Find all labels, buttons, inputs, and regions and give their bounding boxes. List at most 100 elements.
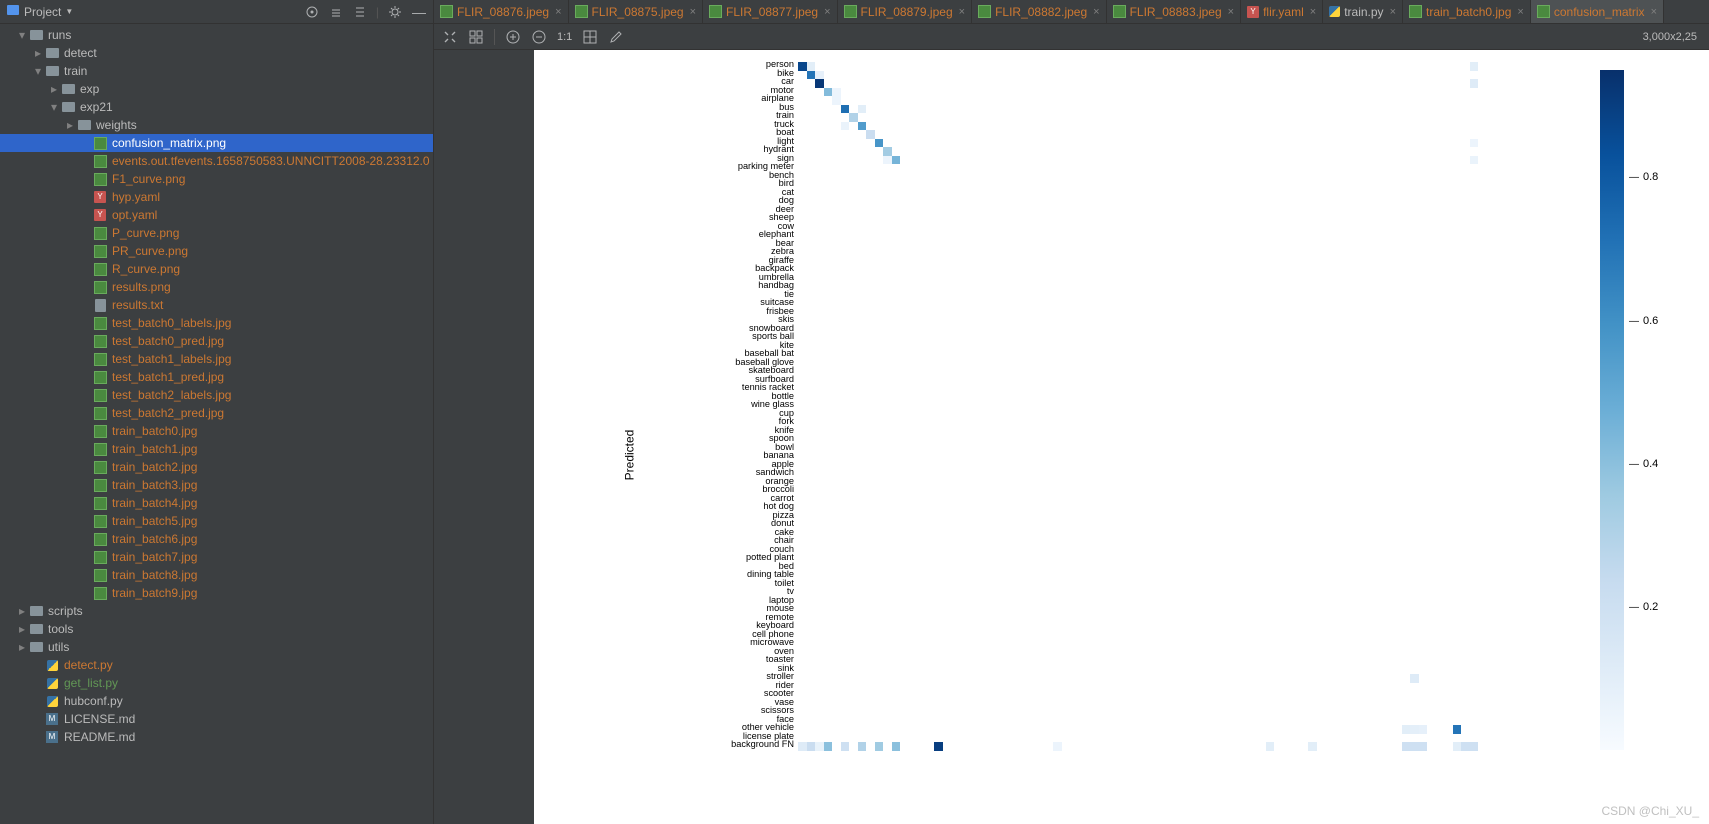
close-icon[interactable]: × bbox=[555, 6, 561, 18]
image-view[interactable]: Predicted personbikecarmotorairplanebust… bbox=[434, 50, 1709, 824]
heatmap-cell bbox=[1410, 742, 1419, 751]
grid-bg-icon[interactable] bbox=[582, 29, 598, 45]
tree-file-hubconf[interactable]: hubconf.py bbox=[0, 692, 433, 710]
tab[interactable]: FLIR_08879.jpeg× bbox=[838, 0, 973, 23]
tree-folder-weights[interactable]: ▸weights bbox=[0, 116, 433, 134]
image-icon bbox=[92, 441, 108, 457]
tree-file-detectpy[interactable]: detect.py bbox=[0, 656, 433, 674]
tree-file[interactable]: results.txt bbox=[0, 296, 433, 314]
tree-file[interactable]: test_batch0_pred.jpg bbox=[0, 332, 433, 350]
close-icon[interactable]: × bbox=[1093, 6, 1099, 18]
collapse-all-icon[interactable] bbox=[352, 4, 368, 20]
tab[interactable]: FLIR_08876.jpeg× bbox=[434, 0, 569, 23]
tab[interactable]: FLIR_08877.jpeg× bbox=[703, 0, 838, 23]
tree-file[interactable]: test_batch1_labels.jpg bbox=[0, 350, 433, 368]
tree-file[interactable]: PR_curve.png bbox=[0, 242, 433, 260]
file-tree[interactable]: ▾runs ▸detect ▾train ▸exp ▾exp21 ▸weight… bbox=[0, 24, 433, 824]
minimize-icon[interactable]: — bbox=[411, 4, 427, 20]
tree-file[interactable]: test_batch0_labels.jpg bbox=[0, 314, 433, 332]
tab[interactable]: flir.yaml × bbox=[1241, 0, 1323, 23]
fit-icon[interactable] bbox=[442, 29, 458, 45]
tree-file-readme[interactable]: README.md bbox=[0, 728, 433, 746]
yaml-icon bbox=[92, 189, 108, 205]
tree-folder-tools[interactable]: ▸tools bbox=[0, 620, 433, 638]
heatmap-cell bbox=[1470, 156, 1479, 165]
tree-file-getlistpy[interactable]: get_list.py bbox=[0, 674, 433, 692]
zoom-in-icon[interactable] bbox=[505, 29, 521, 45]
gear-icon[interactable] bbox=[387, 4, 403, 20]
separator bbox=[494, 29, 495, 45]
tree-file[interactable]: test_batch2_labels.jpg bbox=[0, 386, 433, 404]
tab[interactable]: train.py× bbox=[1323, 0, 1403, 23]
grid-icon[interactable] bbox=[468, 29, 484, 45]
tree-file[interactable]: F1_curve.png bbox=[0, 170, 433, 188]
close-icon[interactable]: × bbox=[690, 6, 696, 18]
heatmap-cell bbox=[858, 742, 867, 751]
close-icon[interactable]: × bbox=[824, 6, 830, 18]
tree-file[interactable]: train_batch8.jpg bbox=[0, 566, 433, 584]
tree-folder-exp[interactable]: ▸exp bbox=[0, 80, 433, 98]
locate-icon[interactable] bbox=[304, 4, 320, 20]
tree-file[interactable]: train_batch9.jpg bbox=[0, 584, 433, 602]
chart-tick-label: bike bbox=[624, 69, 794, 78]
chart-tick-label: background FN bbox=[624, 740, 794, 749]
heatmap-cell bbox=[1453, 742, 1462, 751]
tree-file[interactable]: results.png bbox=[0, 278, 433, 296]
tree-label: confusion_matrix.png bbox=[112, 136, 226, 150]
zoom-out-icon[interactable] bbox=[531, 29, 547, 45]
tree-file[interactable]: train_batch5.jpg bbox=[0, 512, 433, 530]
chart-tick-label: donut bbox=[624, 519, 794, 528]
tree-file[interactable]: train_batch6.jpg bbox=[0, 530, 433, 548]
tab[interactable]: FLIR_08875.jpeg× bbox=[569, 0, 704, 23]
expand-all-icon[interactable] bbox=[328, 4, 344, 20]
tree-file[interactable]: test_batch1_pred.jpg bbox=[0, 368, 433, 386]
tab[interactable]: confusion_matrix× bbox=[1531, 0, 1664, 23]
tree-file[interactable]: train_batch7.jpg bbox=[0, 548, 433, 566]
image-icon bbox=[92, 585, 108, 601]
tree-label: test_batch2_pred.jpg bbox=[112, 406, 224, 420]
heatmap-cell bbox=[841, 122, 850, 131]
tree-label: train_batch6.jpg bbox=[112, 532, 197, 546]
close-icon[interactable]: × bbox=[959, 6, 965, 18]
image-icon bbox=[1113, 5, 1126, 18]
tab[interactable]: FLIR_08882.jpeg× bbox=[972, 0, 1107, 23]
tab[interactable]: FLIR_08883.jpeg× bbox=[1107, 0, 1242, 23]
close-icon[interactable]: × bbox=[1517, 6, 1523, 18]
tree-folder-scripts[interactable]: ▸scripts bbox=[0, 602, 433, 620]
colorbar-tick: 0.4 bbox=[1629, 458, 1658, 470]
tree-file[interactable]: opt.yaml bbox=[0, 206, 433, 224]
tree-file[interactable]: events.out.tfevents.1658750583.UNNCITT20… bbox=[0, 152, 433, 170]
image-icon bbox=[92, 477, 108, 493]
close-icon[interactable]: × bbox=[1310, 6, 1316, 18]
color-picker-icon[interactable] bbox=[608, 29, 624, 45]
tab[interactable]: train_batch0.jpg× bbox=[1403, 0, 1531, 23]
tree-folder-exp21[interactable]: ▾exp21 bbox=[0, 98, 433, 116]
tree-file[interactable]: train_batch0.jpg bbox=[0, 422, 433, 440]
close-icon[interactable]: × bbox=[1228, 6, 1234, 18]
tree-file[interactable]: train_batch2.jpg bbox=[0, 458, 433, 476]
close-icon[interactable]: × bbox=[1651, 6, 1657, 18]
tree-file[interactable]: test_batch2_pred.jpg bbox=[0, 404, 433, 422]
tree-folder-train[interactable]: ▾train bbox=[0, 62, 433, 80]
tree-file[interactable]: R_curve.png bbox=[0, 260, 433, 278]
close-icon[interactable]: × bbox=[1390, 6, 1396, 18]
chart-colorbar-ticks: 0.80.60.40.2 bbox=[1629, 70, 1659, 750]
tab-label: flir.yaml bbox=[1263, 5, 1304, 19]
tree-file[interactable]: train_batch1.jpg bbox=[0, 440, 433, 458]
tree-file[interactable]: train_batch4.jpg bbox=[0, 494, 433, 512]
tree-file[interactable]: hyp.yaml bbox=[0, 188, 433, 206]
heatmap-cell bbox=[1266, 742, 1275, 751]
tree-folder-detect[interactable]: ▸detect bbox=[0, 44, 433, 62]
tree-file[interactable]: train_batch3.jpg bbox=[0, 476, 433, 494]
chart-tick-label: bird bbox=[624, 179, 794, 188]
project-title-button[interactable]: Project ▼ bbox=[6, 3, 73, 20]
zoom-1-1-button[interactable]: 1:1 bbox=[557, 31, 572, 43]
tree-label: train_batch2.jpg bbox=[112, 460, 197, 474]
image-icon bbox=[92, 387, 108, 403]
tree-folder-runs[interactable]: ▾runs bbox=[0, 26, 433, 44]
tree-file[interactable]: P_curve.png bbox=[0, 224, 433, 242]
tree-file-license[interactable]: LICENSE.md bbox=[0, 710, 433, 728]
heatmap-cell bbox=[866, 130, 875, 139]
tree-file[interactable]: confusion_matrix.png bbox=[0, 134, 433, 152]
tree-folder-utils[interactable]: ▸utils bbox=[0, 638, 433, 656]
